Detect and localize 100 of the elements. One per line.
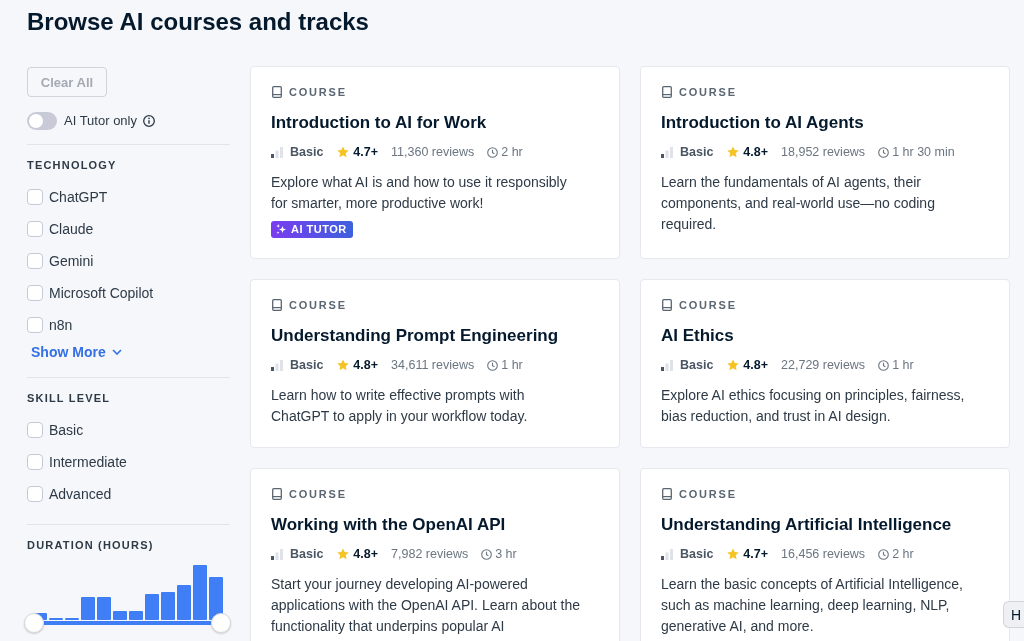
duration-label: 3 hr bbox=[495, 546, 517, 563]
rating-value: 4.8+ bbox=[743, 357, 769, 374]
sparkle-icon bbox=[276, 224, 287, 235]
checkbox[interactable] bbox=[27, 317, 43, 333]
review-count: 18,952 reviews bbox=[781, 144, 866, 161]
content-type-label: COURSE bbox=[679, 487, 737, 501]
toggle-switch[interactable] bbox=[27, 112, 57, 130]
rating-value: 4.8+ bbox=[353, 357, 379, 374]
clock-icon bbox=[878, 146, 890, 158]
book-icon bbox=[662, 86, 672, 98]
difficulty-label: Basic bbox=[290, 357, 324, 374]
content-type-label: COURSE bbox=[289, 85, 347, 99]
course-card[interactable]: COURSE Introduction to AI for Work Basic 4.7+ 11,360 reviews 2 hr Explore what AI is and how to use it responsibly for smarter, more productive work! AI TUTOR bbox=[250, 66, 620, 259]
star-icon bbox=[727, 548, 740, 560]
course-title: AI Ethics bbox=[661, 325, 734, 347]
book-icon bbox=[662, 488, 672, 500]
course-title: Introduction to AI for Work bbox=[271, 112, 487, 134]
section-heading: DURATION (HOURS) bbox=[27, 538, 154, 552]
checkbox[interactable] bbox=[27, 253, 43, 269]
clock-icon bbox=[878, 548, 890, 560]
checkbox-label: Microsoft Copilot bbox=[49, 284, 154, 302]
checkbox[interactable] bbox=[27, 221, 43, 237]
course-description: Learn how to write effective prompts with ChatGPT to apply in your workflow today. bbox=[271, 386, 528, 426]
signal-bars-icon bbox=[271, 548, 283, 560]
course-title: Working with the OpenAI API bbox=[271, 514, 506, 536]
course-card[interactable]: COURSE Working with the OpenAI API Basic 4.8+ 7,982 reviews 3 hr Start your journey developing AI-powered applications with the OpenAI API. Learn about the functionality that underpins popular AI bbox=[250, 468, 620, 641]
star-icon bbox=[337, 146, 350, 158]
difficulty-label: Basic bbox=[290, 546, 324, 563]
course-card[interactable]: COURSE AI Ethics Basic 4.8+ 22,729 reviews 1 hr Explore AI ethics focusing on principles, fairness, bias reduction, and trust in AI design. bbox=[640, 279, 1010, 448]
duration-label: 2 hr bbox=[892, 546, 914, 563]
difficulty-label: Basic bbox=[680, 357, 714, 374]
content-type-label: COURSE bbox=[289, 298, 347, 312]
section-heading: TECHNOLOGY bbox=[27, 158, 117, 172]
course-description: Learn the basic concepts of Artificial Intelligence, such as machine learning, deep learning, NLP, generative AI, and more. bbox=[661, 575, 963, 636]
star-icon bbox=[337, 359, 350, 371]
difficulty-label: Basic bbox=[290, 144, 324, 161]
course-title: Understanding Artificial Intelligence bbox=[661, 514, 952, 536]
signal-bars-icon bbox=[271, 146, 283, 158]
signal-bars-icon bbox=[661, 146, 673, 158]
page-title: Browse AI courses and tracks bbox=[27, 7, 369, 36]
course-description: Explore what AI is and how to use it responsibly for smarter, more productive work! bbox=[271, 173, 567, 213]
review-count: 7,982 reviews bbox=[391, 546, 469, 563]
signal-bars-icon bbox=[271, 359, 283, 371]
signal-bars-icon bbox=[661, 359, 673, 371]
section-heading: SKILL LEVEL bbox=[27, 391, 111, 405]
course-description: Explore AI ethics focusing on principles, fairness, bias reduction, and trust in AI design. bbox=[661, 386, 965, 426]
duration-label: 2 hr bbox=[501, 144, 523, 161]
clock-icon bbox=[487, 146, 499, 158]
course-description: Start your journey developing AI-powered applications with the OpenAI API. Learn about the functionality that underpins popular AI bbox=[271, 575, 580, 636]
clock-icon bbox=[481, 548, 493, 560]
signal-bars-icon bbox=[661, 548, 673, 560]
checkbox[interactable] bbox=[27, 422, 43, 438]
review-count: 16,456 reviews bbox=[781, 546, 866, 563]
clock-icon bbox=[878, 359, 890, 371]
help-button[interactable]: H bbox=[1003, 601, 1024, 628]
checkbox[interactable] bbox=[27, 189, 43, 205]
clock-icon bbox=[487, 359, 499, 371]
star-icon bbox=[727, 359, 740, 371]
star-icon bbox=[727, 146, 740, 158]
checkbox-label: Gemini bbox=[49, 252, 94, 270]
checkbox-label: Advanced bbox=[49, 485, 112, 503]
star-icon bbox=[337, 548, 350, 560]
checkbox-label: Basic bbox=[49, 421, 84, 439]
toggle-label: AI Tutor only bbox=[64, 112, 137, 130]
rating-value: 4.8+ bbox=[743, 144, 769, 161]
course-description: Learn the fundamentals of AI agents, their components, and real-world use—no coding required. bbox=[661, 173, 935, 234]
content-type-label: COURSE bbox=[679, 85, 737, 99]
duration-label: 1 hr bbox=[892, 357, 914, 374]
checkbox[interactable] bbox=[27, 486, 43, 502]
review-count: 22,729 reviews bbox=[781, 357, 866, 374]
show-more-link[interactable]: Show More bbox=[31, 341, 122, 363]
slider-handle[interactable] bbox=[211, 613, 231, 633]
book-icon bbox=[272, 488, 282, 500]
course-card[interactable]: COURSE Understanding Artificial Intelligence Basic 4.7+ 16,456 reviews 2 hr Learn the basic concepts of Artificial Intelligence, such as machine learning, deep learning, NLP, generative AI, and more. bbox=[640, 468, 1010, 641]
book-icon bbox=[272, 86, 282, 98]
slider-fill[interactable] bbox=[44, 621, 211, 625]
content-type-label: COURSE bbox=[289, 487, 347, 501]
slider-handle[interactable] bbox=[24, 613, 44, 633]
review-count: 11,360 reviews bbox=[391, 144, 475, 161]
review-count: 34,611 reviews bbox=[391, 357, 475, 374]
rating-value: 4.8+ bbox=[353, 546, 379, 563]
difficulty-label: Basic bbox=[680, 546, 714, 563]
checkbox[interactable] bbox=[27, 454, 43, 470]
checkbox-label: Claude bbox=[49, 220, 94, 238]
tag-label: AI TUTOR bbox=[291, 222, 347, 237]
duration-label: 1 hr bbox=[501, 357, 523, 374]
checkbox-label: ChatGPT bbox=[49, 188, 108, 206]
difficulty-label: Basic bbox=[680, 144, 714, 161]
checkbox-label: Intermediate bbox=[49, 453, 127, 471]
rating-value: 4.7+ bbox=[353, 144, 379, 161]
course-card[interactable]: COURSE Introduction to AI Agents Basic 4.8+ 18,952 reviews 1 hr 30 min Learn the fundamentals of AI agents, their components, and real-world use—no coding required. bbox=[640, 66, 1010, 259]
duration-label: 1 hr 30 min bbox=[892, 144, 955, 161]
course-title: Understanding Prompt Engineering bbox=[271, 325, 559, 347]
book-icon bbox=[662, 299, 672, 311]
course-card[interactable]: COURSE Understanding Prompt Engineering Basic 4.8+ 34,611 reviews 1 hr Learn how to write effective prompts with ChatGPT to apply in your workflow today. bbox=[250, 279, 620, 448]
info-icon[interactable] bbox=[143, 115, 155, 127]
checkbox[interactable] bbox=[27, 285, 43, 301]
content-type-label: COURSE bbox=[679, 298, 737, 312]
course-title: Introduction to AI Agents bbox=[661, 112, 864, 134]
rating-value: 4.7+ bbox=[743, 546, 769, 563]
